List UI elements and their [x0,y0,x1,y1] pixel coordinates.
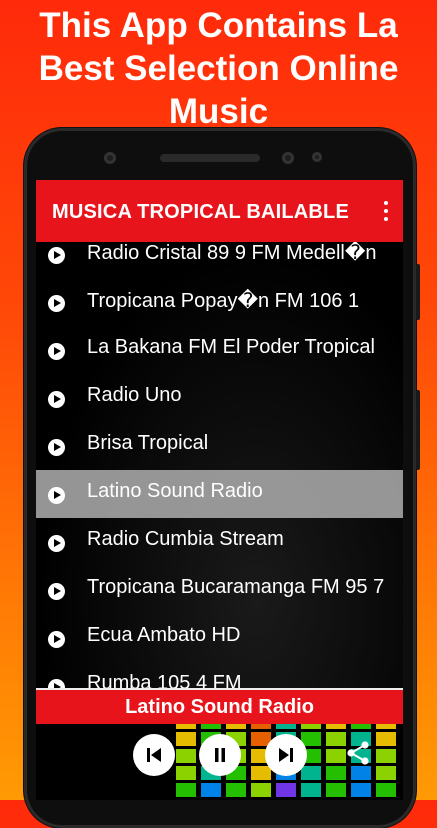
volume-button [416,264,420,320]
skip-next-button[interactable] [265,734,307,776]
pause-button[interactable] [199,734,241,776]
station-row[interactable]: Rumba 105 4 FM [36,662,403,690]
station-row[interactable]: Ecua Ambato HD [36,614,403,662]
station-row[interactable]: Radio Uno [36,374,403,422]
station-name: Radio Cristal 89 9 FM Medell�n [87,242,377,264]
station-name: La Bakana FM El Poder Tropical [87,336,375,358]
station-name: Radio Cumbia Stream [87,528,284,550]
now-playing-label: Latino Sound Radio [36,690,403,724]
station-name: Ecua Ambato HD [87,624,241,646]
play-circle-icon [48,439,65,456]
play-circle-icon [48,391,65,408]
app-title: MUSICA TROPICAL BAILABLE [52,201,350,223]
play-circle-icon [48,247,65,264]
more-vert-icon[interactable] [383,201,389,223]
front-camera-icon [282,152,294,164]
promo-line-1-rest: App Contains La [111,6,398,45]
station-row[interactable]: Tropicana Bucaramanga FM 95 7 [36,566,403,614]
player-controls [36,724,403,800]
station-name: Brisa Tropical [87,432,209,454]
promo-line-3: Music [168,92,269,131]
app-bar: MUSICA TROPICAL BAILABLE [36,180,403,242]
station-name: Tropicana Popay�n FM 106 1 [87,290,360,312]
promo-line-1: This App Contains La [0,4,437,47]
play-circle-icon [48,535,65,552]
phone-top [24,128,416,180]
station-row[interactable]: Tropicana Popay�n FM 106 1 [36,278,403,326]
station-row[interactable]: La Bakana FM El Poder Tropical [36,326,403,374]
play-circle-icon [48,631,65,648]
sensor-icon [104,152,116,164]
station-name: Latino Sound Radio [87,480,263,502]
play-circle-icon [48,487,65,504]
station-row[interactable]: Brisa Tropical [36,422,403,470]
play-circle-icon [48,343,65,360]
play-circle-icon [48,295,65,312]
station-row[interactable]: Latino Sound Radio [36,470,403,518]
proximity-sensor-icon [312,152,322,162]
play-circle-icon [48,583,65,600]
promo-line-2: Best Selection Online [38,49,399,88]
skip-previous-button[interactable] [133,734,175,776]
power-button [416,390,420,470]
promo-line-1-bold: This [39,6,112,45]
station-name: Radio Uno [87,384,182,406]
pause-icon [215,748,225,762]
station-list[interactable]: Radio Cristal 89 9 FM Medell�n Tropicana … [36,242,403,690]
promo-headline: This App Contains La Best Selection Onli… [0,4,437,133]
station-name: Tropicana Bucaramanga FM 95 7 [87,576,385,598]
share-icon[interactable] [345,740,371,766]
station-row[interactable]: Radio Cristal 89 9 FM Medell�n [36,242,403,278]
skip-next-icon [279,748,293,762]
skip-previous-icon [147,748,161,762]
app-screen: MUSICA TROPICAL BAILABLE Radio Cristal 8… [36,180,403,800]
speaker-grille [160,154,260,162]
station-row[interactable]: Radio Cumbia Stream [36,518,403,566]
